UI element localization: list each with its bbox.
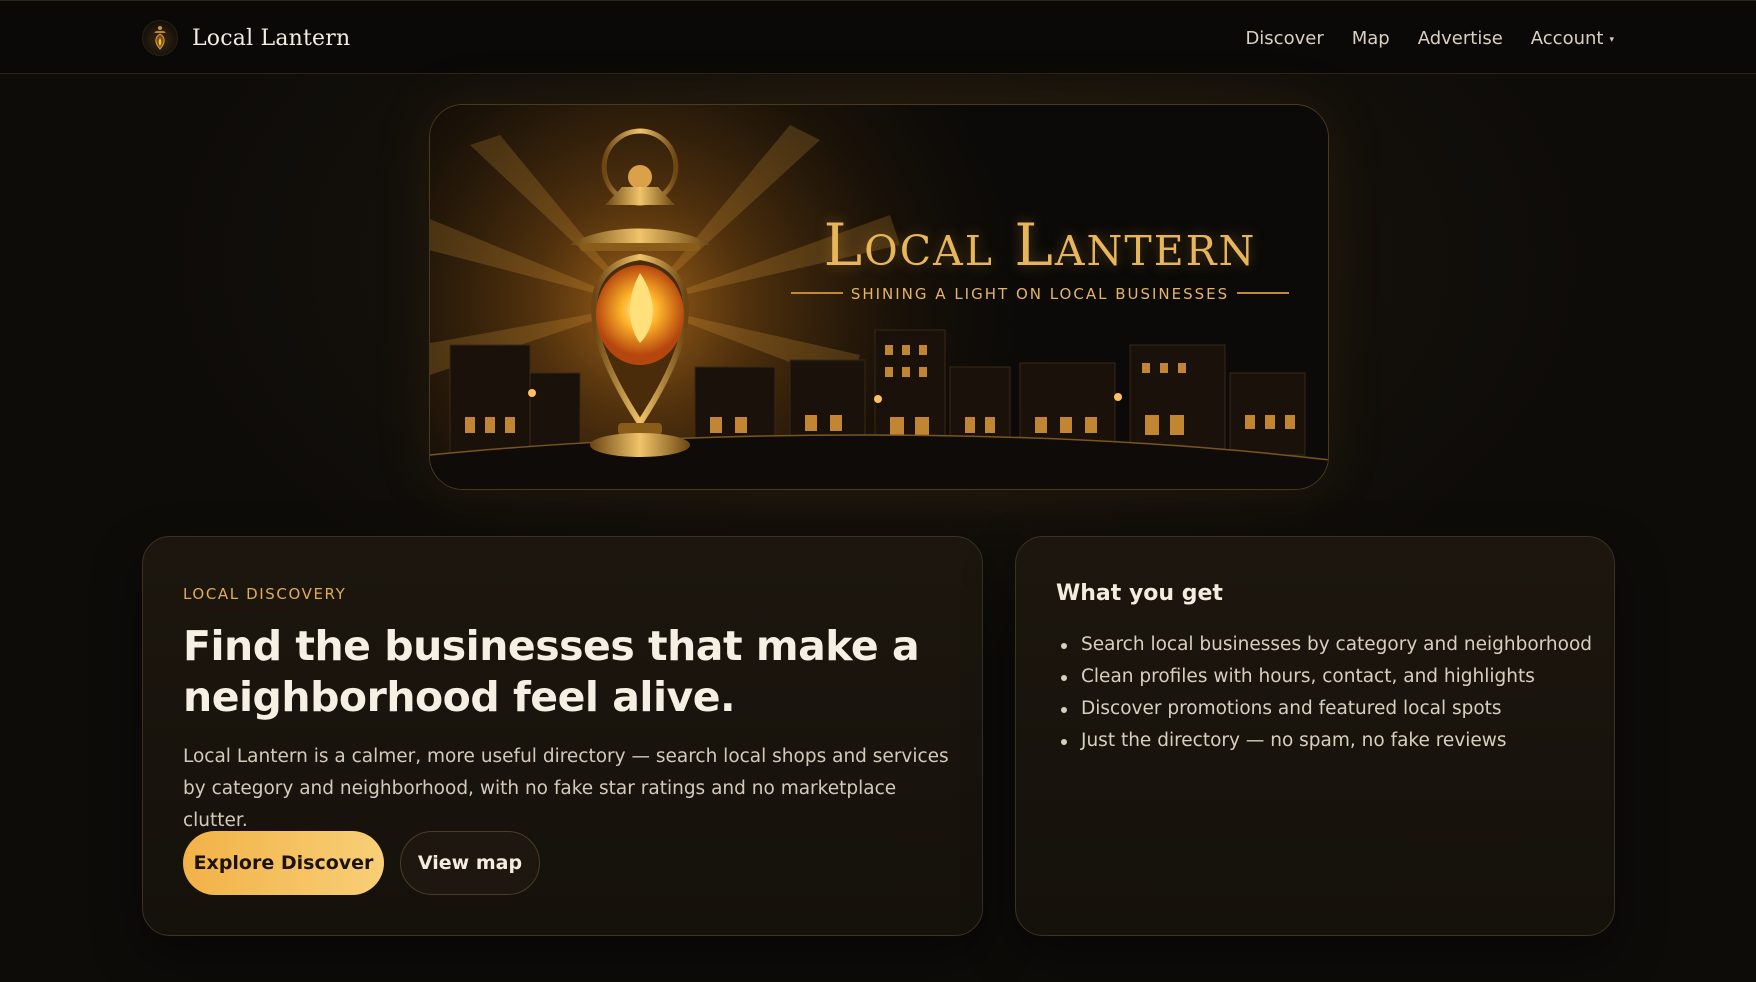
tagline-left-rule	[790, 292, 843, 294]
features-title: What you get	[1056, 581, 1223, 606]
top-navbar: Local Lantern Discover Map Advertise Acc…	[0, 0, 1756, 74]
nav-account-menu[interactable]: Account ▾	[1531, 28, 1614, 49]
banner-tagline: SHINING A LIGHT ON LOCAL BUSINESSES	[770, 285, 1310, 303]
nav-link-map[interactable]: Map	[1352, 28, 1390, 49]
feature-item: Search local businesses by category and …	[1056, 629, 1596, 661]
nav-link-account: Account	[1530, 27, 1604, 49]
hero-banner: Local Lantern SHINING A LIGHT ON LOCAL B…	[429, 104, 1329, 490]
nav-link-advertise[interactable]: Advertise	[1418, 28, 1503, 49]
nav-link-discover[interactable]: Discover	[1245, 28, 1323, 49]
brand-link[interactable]: Local Lantern	[142, 18, 350, 58]
tagline-right-rule	[1237, 292, 1290, 294]
hero-card: LOCAL DISCOVERY Find the businesses that…	[142, 536, 983, 936]
lantern-logo-icon	[142, 20, 178, 56]
hero-eyebrow: LOCAL DISCOVERY	[183, 585, 347, 603]
nav-links: Discover Map Advertise Account ▾	[1245, 23, 1614, 53]
banner-subtitle: SHINING A LIGHT ON LOCAL BUSINESSES	[850, 285, 1230, 303]
banner-title: Local Lantern	[823, 211, 1257, 279]
feature-item: Clean profiles with hours, contact, and …	[1056, 661, 1596, 693]
view-map-button[interactable]: View map	[400, 831, 540, 895]
feature-item: Just the directory — no spam, no fake re…	[1056, 725, 1596, 757]
features-card: What you get Search local businesses by …	[1015, 536, 1615, 936]
hero-description: Local Lantern is a calmer, more useful d…	[183, 746, 949, 831]
feature-item: Discover promotions and featured local s…	[1056, 693, 1596, 725]
features-list: Search local businesses by category and …	[1056, 629, 1596, 757]
explore-discover-button[interactable]: Explore Discover	[183, 831, 384, 895]
brand-name: Local Lantern	[192, 25, 351, 51]
chevron-down-icon: ▾	[1609, 34, 1614, 45]
hero-headline: Find the businesses that make a neighbor…	[183, 622, 920, 721]
